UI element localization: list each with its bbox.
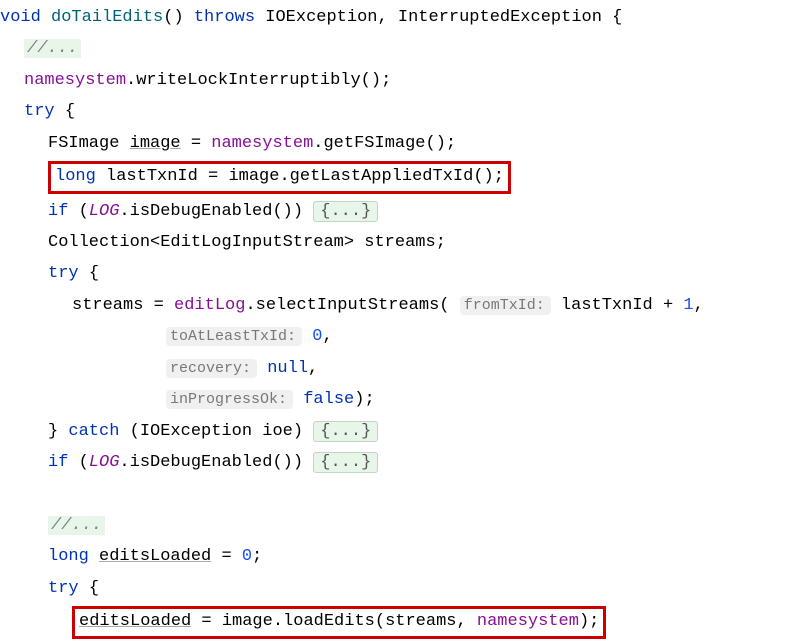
var-lasttxnid: lastTxnId: [106, 167, 198, 186]
keyword-void: void: [0, 8, 41, 27]
param-recovery-line[interactable]: recovery: null,: [0, 353, 798, 384]
keyword-try-inner: try: [48, 264, 79, 283]
method-writelock: writeLockInterruptibly: [136, 71, 360, 90]
try-line-2[interactable]: try {: [0, 573, 798, 604]
param-hint-fromtxid: fromTxId:: [460, 296, 551, 315]
keyword-long-2: long: [48, 547, 89, 566]
var-lasttxnid-ref: lastTxnId: [561, 296, 653, 315]
type-collection: Collection: [48, 233, 150, 252]
collection-decl-line[interactable]: Collection<EditLogInputStream> streams;: [0, 227, 798, 258]
highlighted-region-1: long lastTxnId = image.getLastAppliedTxI…: [48, 161, 511, 193]
method-getfsimage: getFSImage: [323, 134, 425, 153]
code-block[interactable]: void doTailEdits() throws IOException, I…: [0, 2, 798, 641]
method-isdebug: isDebugEnabled: [130, 202, 273, 221]
loadedits-highlight-line[interactable]: editsLoaded = image.loadEdits(streams, n…: [0, 604, 798, 640]
folded-comment[interactable]: //...: [24, 39, 81, 58]
catch-line[interactable]: } catch (IOException ioe) {...}: [0, 416, 798, 447]
type-fsimage: FSImage: [48, 134, 119, 153]
fold-block[interactable]: {...}: [313, 201, 378, 222]
method-name: doTailEdits: [51, 8, 163, 27]
streams-assign-line[interactable]: streams = editLog.selectInputStreams( fr…: [0, 290, 798, 321]
keyword-false: false: [303, 390, 354, 409]
type-ioexception-catch: IOException: [140, 422, 252, 441]
comment-fold-line-2[interactable]: //...: [0, 510, 798, 541]
method-isdebug-2: isDebugEnabled: [130, 453, 273, 472]
param-hint-inprogress: inProgressOk:: [166, 390, 293, 409]
keyword-long: long: [55, 167, 96, 186]
try-line[interactable]: try {: [0, 96, 798, 127]
static-log-2: LOG: [89, 453, 120, 472]
writelock-line[interactable]: namesystem.writeLockInterruptibly();: [0, 65, 798, 96]
exception-interrupted: InterruptedException: [398, 8, 602, 27]
keyword-try: try: [24, 102, 55, 121]
comment-fold-line[interactable]: //...: [0, 33, 798, 64]
keyword-try-2: try: [48, 579, 79, 598]
param-inprogress-line[interactable]: inProgressOk: false);: [0, 384, 798, 415]
keyword-if: if: [48, 202, 68, 221]
blank-line: [0, 478, 798, 509]
method-getlastapplied: getLastAppliedTxId: [290, 167, 474, 186]
param-hint-recovery: recovery:: [166, 359, 257, 378]
type-editloginputstream: EditLogInputStream: [160, 233, 344, 252]
field-namesystem: namesystem: [24, 71, 126, 90]
number-one: 1: [683, 296, 693, 315]
method-selectinputstreams: selectInputStreams: [256, 296, 440, 315]
var-streams: streams: [364, 233, 435, 252]
fold-block-2[interactable]: {...}: [313, 452, 378, 473]
number-zero: 0: [312, 327, 322, 346]
highlighted-region-2: editsLoaded = image.loadEdits(streams, n…: [72, 606, 606, 638]
static-log: LOG: [89, 202, 120, 221]
var-editsloaded: editsLoaded: [99, 547, 211, 566]
field-editlog: editLog: [174, 296, 245, 315]
fsimage-decl-line[interactable]: FSImage image = namesystem.getFSImage();: [0, 128, 798, 159]
folded-comment-2[interactable]: //...: [48, 516, 105, 535]
keyword-if-2: if: [48, 453, 68, 472]
var-ioe: ioe: [262, 422, 293, 441]
var-image-ref: image: [228, 167, 279, 186]
field-namesystem-ref: namesystem: [211, 134, 313, 153]
lasttxnid-highlight-line[interactable]: long lastTxnId = image.getLastAppliedTxI…: [0, 159, 798, 195]
exception-ioexception: IOException: [265, 8, 377, 27]
var-streams-ref: streams: [72, 296, 143, 315]
param-toatleast-line[interactable]: toAtLeastTxId: 0,: [0, 321, 798, 352]
method-signature-line[interactable]: void doTailEdits() throws IOException, I…: [0, 2, 798, 33]
number-zero-2: 0: [242, 547, 252, 566]
if-debug-line-1[interactable]: if (LOG.isDebugEnabled()) {...}: [0, 196, 798, 227]
keyword-throws: throws: [194, 8, 255, 27]
fold-block-catch[interactable]: {...}: [313, 421, 378, 442]
keyword-null: null: [267, 359, 308, 378]
param-hint-toatleast: toAtLeastTxId:: [166, 327, 302, 346]
keyword-catch: catch: [68, 422, 119, 441]
inner-try-line[interactable]: try {: [0, 258, 798, 289]
var-image: image: [130, 134, 181, 153]
editsloaded-decl-line[interactable]: long editsLoaded = 0;: [0, 541, 798, 572]
if-debug-line-2[interactable]: if (LOG.isDebugEnabled()) {...}: [0, 447, 798, 478]
